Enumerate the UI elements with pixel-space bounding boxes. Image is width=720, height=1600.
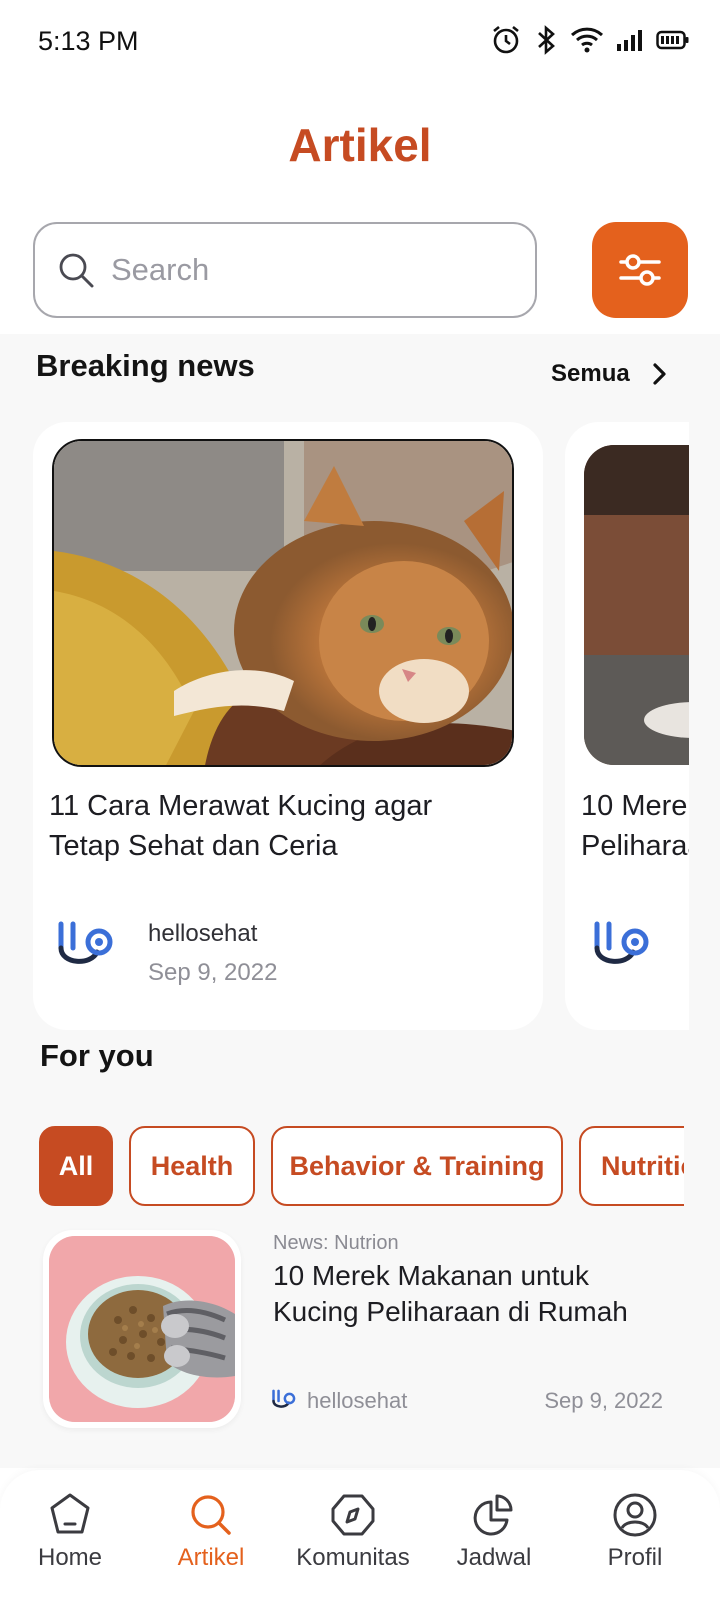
nav-jadwal[interactable]: Jadwal bbox=[424, 1492, 564, 1572]
nav-profil-label: Profil bbox=[607, 1544, 663, 1571]
page-title: Artikel bbox=[288, 119, 432, 171]
news-card-title: 11 Cara Merawat Kucing agar Tetap Sehat … bbox=[49, 790, 433, 862]
hellosehat-logo-icon bbox=[58, 921, 113, 964]
search-input[interactable] bbox=[111, 252, 491, 288]
search-icon bbox=[191, 1495, 231, 1535]
wifi-icon bbox=[570, 27, 604, 53]
article-category: News: Nutrion bbox=[273, 1232, 399, 1254]
status-time: 5:13 PM bbox=[38, 26, 139, 56]
compass-icon bbox=[331, 1494, 375, 1536]
bottom-navigation: Home Artikel Komunitas Jadwal Profil bbox=[0, 1470, 720, 1600]
nav-home-label: Home bbox=[37, 1544, 103, 1571]
for-you-title: For you bbox=[40, 1038, 154, 1073]
sliders-icon bbox=[619, 254, 661, 286]
chip-behavior-training[interactable]: Behavior & Training bbox=[271, 1126, 563, 1206]
status-bar: 5:13 PM bbox=[0, 0, 720, 86]
nav-profil[interactable]: Profil bbox=[565, 1492, 705, 1572]
nav-komunitas[interactable]: Komunitas bbox=[283, 1492, 423, 1572]
news-card-title-partial: 10 Merek Makanan untuk Kucing Peliharaan… bbox=[581, 790, 689, 862]
filter-button[interactable] bbox=[592, 222, 688, 318]
calendar-chart-icon bbox=[473, 1494, 513, 1536]
status-icons bbox=[490, 24, 690, 56]
article-source-name: hellosehat bbox=[307, 1388, 408, 1413]
chevron-right-icon bbox=[653, 363, 666, 385]
breaking-news-title: Breaking news bbox=[36, 348, 255, 383]
news-card-source: hellosehat bbox=[148, 920, 258, 947]
article-item[interactable]: News: Nutrion 10 Merek Makanan untuk Kuc… bbox=[43, 1230, 663, 1430]
hellosehat-logo-icon bbox=[272, 1389, 296, 1408]
article-title: 10 Merek Makanan untuk Kucing Peliharaan… bbox=[273, 1260, 628, 1327]
nav-artikel[interactable]: Artikel bbox=[141, 1492, 281, 1572]
hellosehat-logo-icon bbox=[594, 921, 649, 964]
bluetooth-icon bbox=[538, 25, 555, 55]
nav-jadwal-label: Jadwal bbox=[456, 1544, 532, 1571]
search-box[interactable] bbox=[33, 222, 537, 318]
breaking-news-carousel[interactable]: 11 Cara Merawat Kucing agar Tetap Sehat … bbox=[33, 422, 689, 1030]
alarm-icon bbox=[493, 25, 519, 54]
see-all-link[interactable]: Semua bbox=[551, 360, 668, 388]
category-chips: All Health Behavior & Training Nutrition bbox=[39, 1126, 684, 1208]
signal-icon bbox=[617, 30, 642, 51]
article-source: hellosehat bbox=[271, 1388, 407, 1414]
nav-komunitas-label: Komunitas bbox=[296, 1544, 410, 1571]
news-card[interactable]: 10 Merek Makanan untuk Kucing Peliharaan… bbox=[565, 422, 689, 1030]
search-icon bbox=[59, 253, 94, 288]
news-card-date: Sep 9, 2022 bbox=[148, 959, 278, 986]
see-all-label: Semua bbox=[551, 360, 630, 387]
home-icon bbox=[50, 1493, 90, 1534]
chip-nutrition[interactable]: Nutrition bbox=[579, 1126, 684, 1206]
battery-icon bbox=[656, 30, 689, 50]
chip-health[interactable]: Health bbox=[129, 1126, 255, 1206]
profile-icon bbox=[613, 1493, 657, 1537]
cat-food-photo bbox=[584, 445, 689, 765]
nav-artikel-label: Artikel bbox=[177, 1544, 245, 1571]
news-card[interactable]: 11 Cara Merawat Kucing agar Tetap Sehat … bbox=[33, 422, 543, 1030]
nav-home[interactable]: Home bbox=[0, 1492, 140, 1572]
chip-all[interactable]: All bbox=[39, 1126, 113, 1206]
article-thumbnail bbox=[43, 1230, 241, 1428]
cat-photo bbox=[52, 439, 514, 767]
article-date: Sep 9, 2022 bbox=[544, 1388, 663, 1413]
